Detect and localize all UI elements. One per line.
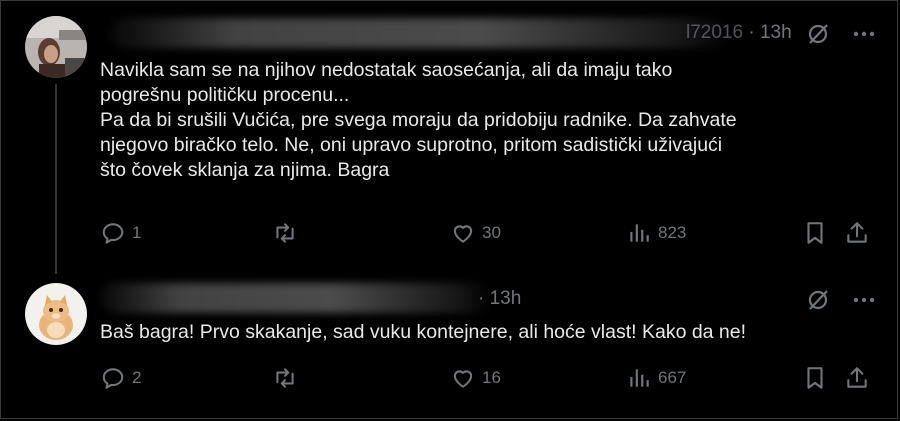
more-icon[interactable] [852,288,876,312]
post-time-meta[interactable]: · 13h [478,288,521,310]
share-button[interactable] [844,220,870,246]
like-icon [453,370,473,388]
like-count: 30 [482,223,501,242]
views-icon [630,369,649,387]
author-name-redacted [100,283,490,313]
post-text-line: pogrešnu političku procenu... [100,84,350,106]
thread-line [55,84,57,274]
post-actions: 2 16 667 [100,365,870,395]
post-actions: 1 30 823 [100,220,870,250]
bookmark-button[interactable] [802,365,828,391]
bookmark-button[interactable] [802,220,828,246]
reply-icon [102,223,124,244]
reply-button[interactable]: 2 [100,365,141,391]
like-button[interactable]: 16 [450,365,501,391]
view-count: 823 [658,223,687,242]
bookmark-icon [807,367,823,389]
post-text-line: Baš bagra! Prvo skakanje, sad vuku konte… [100,321,747,343]
post-1[interactable]: l72016 · 13h Navikla sam se na njihov ne… [0,0,900,275]
author-name-redacted [110,18,730,48]
post-text-line: Navikla sam se na njihov nedostatak saos… [100,59,673,81]
views-icon [630,224,649,242]
avatar[interactable] [25,16,87,78]
post-top-icons [806,288,876,312]
share-icon [847,222,867,243]
reply-icon [102,368,124,389]
separator-dot: · [478,288,490,309]
post-2[interactable]: · 13h Baš bagra! Prvo skakanje, sad vuku… [0,275,900,421]
share-icon [847,367,867,388]
post-text-line: što čovek sklanja za njima. Bagra [100,159,390,181]
more-icon[interactable] [852,22,876,46]
reply-count: 1 [132,223,142,242]
post-text: Baš bagra! Prvo skakanje, sad vuku konte… [100,320,860,345]
separator-dot: · [748,22,760,43]
user-avatar-photo [25,16,87,78]
repost-button[interactable] [272,220,304,246]
like-button[interactable]: 30 [450,220,501,246]
grok-icon[interactable] [806,288,830,312]
repost-icon [276,368,294,388]
repost-icon [276,223,294,243]
post-text: Navikla sam se na njihov nedostatak saos… [100,58,860,183]
post-time: 13h [489,288,522,309]
repost-button[interactable] [272,365,304,391]
views-button[interactable]: 667 [626,365,686,391]
post-text-line: njegovo biračko telo. Ne, oni upravo sup… [100,134,723,156]
grok-icon[interactable] [806,22,830,46]
like-count: 16 [482,368,501,387]
post-time: 13h [759,22,792,43]
handle-fragment: l72016 [686,22,744,43]
bookmark-icon [807,222,823,244]
avatar[interactable] [25,283,87,345]
reply-count: 2 [132,368,142,387]
reply-button[interactable]: 1 [100,220,141,246]
post-text-line: Pa da bi srušili Vučića, pre svega moraj… [100,109,737,131]
post-top-icons [806,22,876,46]
view-count: 667 [658,368,687,387]
kitten-avatar [25,283,87,345]
post-time-meta[interactable]: l72016 · 13h [686,22,792,44]
share-button[interactable] [844,365,870,391]
views-button[interactable]: 823 [626,220,686,246]
like-icon [453,225,473,243]
